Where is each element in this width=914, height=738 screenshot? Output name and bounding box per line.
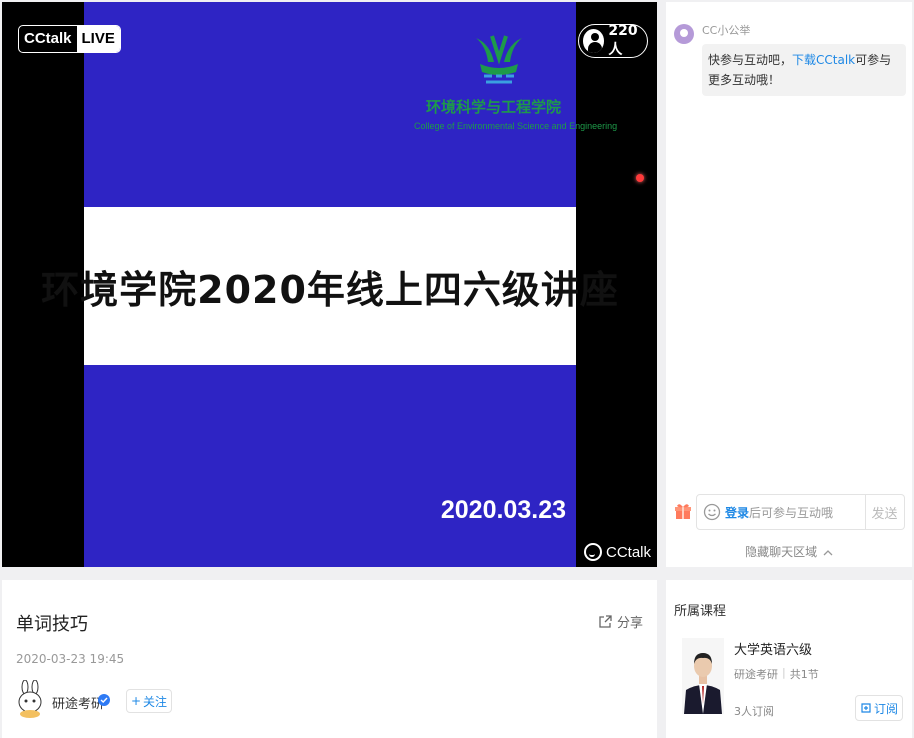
presentation-slide: 环境科学与工程学院 College of Environmental Scien… [41,2,644,567]
download-link[interactable]: 下载CCtalk [792,53,855,67]
watermark-text: CCtalk [605,543,651,561]
gift-icon[interactable] [674,502,692,520]
chat-panel: CC小公举 快参与互动吧，下载CCtalk可参与更多互动哦！ 登录后可参与互动哦… [666,2,912,567]
course-subscribers: 3人订阅 [734,705,774,718]
course-name[interactable]: 大学英语六级 [734,639,812,658]
share-label: 分享 [616,616,643,631]
course-panel: 所属课程 大学英语六级 研途考研 | 共1节 3人订阅 订阅 [666,580,912,738]
subscribe-label: 订阅 [873,701,898,716]
message-bubble: 快参与互动吧，下载CCtalk可参与更多互动哦！ [702,44,906,96]
sender-avatar [674,24,694,44]
viewer-avatar-icon [583,29,605,53]
message-text: 快参与互动吧， [708,53,793,67]
follow-label: 关注 [143,694,168,709]
slide-title-band: 环境学院2020年线上四六级讲座 [41,207,618,365]
hide-chat-toggle[interactable]: 隐藏聊天区域 [666,543,912,560]
lesson-info-card: 单词技巧 分享 2020-03-23 19:45 研途考研 + 关注 [2,580,657,738]
cctalk-watermark: CCtalk [583,543,651,561]
course-provider: 研途考研 [734,668,778,681]
input-placeholder: 后可参与互动哦 [749,505,834,520]
slide-date: 2020.03.23 [440,496,566,524]
verified-icon [98,694,110,706]
lesson-datetime: 2020-03-23 19:45 [16,652,125,666]
college-name-en: College of Environmental Science and Eng… [414,121,618,131]
course-heading: 所属课程 [674,604,727,619]
emoji-icon[interactable] [703,503,721,521]
laser-pointer-dot [636,174,644,182]
share-button[interactable]: 分享 [597,612,643,631]
author-avatar[interactable] [16,680,44,718]
course-thumbnail[interactable] [682,638,724,714]
college-logo [476,35,522,84]
meta-divider: | [782,666,786,679]
viewer-count: 220人 [608,23,638,58]
author-name[interactable]: 研途考研 [52,693,104,712]
live-badge-label: LIVE [76,26,120,52]
page: 环境科学与工程学院 College of Environmental Scien… [0,0,914,738]
plus-icon: + [130,694,142,708]
chevron-up-icon [823,549,833,555]
viewer-count-badge: 220人 [578,23,648,58]
subscribe-button[interactable]: 订阅 [855,695,903,721]
course-meta: 研途考研 | 共1节 [734,666,819,682]
login-link[interactable]: 登录 [725,506,749,520]
share-icon [599,614,612,628]
lesson-title: 单词技巧 [16,614,88,635]
video-player[interactable]: 环境科学与工程学院 College of Environmental Scien… [2,2,657,567]
follow-button[interactable]: + 关注 [126,689,172,713]
chat-input[interactable]: 登录后可参与互动哦 [696,494,866,530]
live-badge: CCtalk LIVE [18,25,121,53]
live-badge-brand: CCtalk [24,30,72,47]
college-name-cn: 环境科学与工程学院 [426,98,562,116]
send-button[interactable]: 发送 [865,494,905,530]
hide-chat-label: 隐藏聊天区域 [745,545,818,559]
subscribe-icon [861,703,871,713]
cctalk-logo-icon [583,543,602,561]
slide-title: 环境学院2020年线上四六级讲座 [41,267,619,312]
course-sections: 共1节 [789,668,819,681]
sender-name: CC小公举 [702,24,751,37]
